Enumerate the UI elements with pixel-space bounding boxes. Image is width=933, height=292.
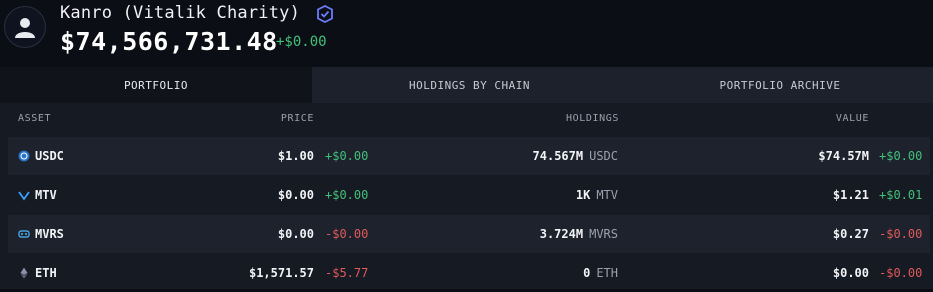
eth-icon [18,267,30,279]
asset-cell[interactable]: MTV [18,176,57,214]
asset-cell[interactable]: USDC [18,137,64,175]
column-header-asset[interactable]: ASSET [18,113,51,124]
price-change: +$0.00 [325,149,369,163]
table-row[interactable]: MTV $0.00 +$0.00 1K MTV $1.21 +$0.01 [8,176,930,214]
asset-cell[interactable]: ETH [18,254,57,292]
column-header-price[interactable]: PRICE [281,113,314,124]
column-header-value[interactable]: VALUE [836,113,869,124]
asset-cell[interactable]: MVRS [18,215,64,253]
price-cell: $0.00 [277,188,314,202]
price-cell: $0.00 [277,227,314,241]
profile-name: Kanro (Vitalik Charity) [60,3,301,23]
holdings-amount: 0 [583,266,591,280]
value-cell: $74.57M [818,149,869,163]
tab-portfolio[interactable]: PORTFOLIO [0,67,312,103]
price-change: -$0.00 [325,227,369,241]
value-change: +$0.01 [879,188,923,202]
tab-portfolio-archive[interactable]: PORTFOLIO ARCHIVE [627,67,933,103]
asset-symbol: MVRS [35,227,64,241]
holdings-cell: 0 ETH [583,254,618,292]
holdings-unit: MVRS [589,227,618,241]
table-row[interactable]: ETH $1,571.57 -$5.77 0 ETH $0.00 -$0.00 [8,254,930,292]
holdings-cell: 3.724M MVRS [540,215,618,253]
value-cell: $0.27 [832,227,869,241]
avatar[interactable] [4,6,46,48]
value-cell: $1.21 [832,188,869,202]
profile-header: Kanro (Vitalik Charity) $74,566,731.48 +… [0,0,933,66]
holdings-amount: 3.724M [539,227,584,241]
price-change: -$5.77 [325,266,369,280]
mvrs-icon [18,228,30,240]
holdings-cell: 74.567M USDC [533,137,618,175]
portfolio-panel: PORTFOLIO HOLDINGS BY CHAIN PORTFOLIO AR… [0,67,933,289]
verified-badge-icon [317,5,333,23]
price-cell: $1,571.57 [248,266,314,280]
asset-symbol: MTV [35,188,57,202]
holdings-amount: 74.567M [532,149,584,163]
table-row[interactable]: MVRS $0.00 -$0.00 3.724M MVRS $0.27 -$0.… [8,215,930,253]
holdings-cell: 1K MTV [576,176,618,214]
price-cell: $1.00 [277,149,314,163]
value-change: -$0.00 [879,266,923,280]
table-row[interactable]: USDC $1.00 +$0.00 74.567M USDC $74.57M +… [8,137,930,175]
usdc-icon [18,150,30,162]
value-cell: $0.00 [832,266,869,280]
tab-bar: PORTFOLIO HOLDINGS BY CHAIN PORTFOLIO AR… [0,67,933,103]
value-change: -$0.00 [879,227,923,241]
total-value-change: +$0.00 [276,34,327,50]
holdings-unit: ETH [596,266,618,280]
tab-holdings-by-chain[interactable]: HOLDINGS BY CHAIN [312,67,627,103]
asset-symbol: USDC [35,149,64,163]
value-change: +$0.00 [879,149,923,163]
holdings-unit: MTV [596,188,618,202]
holdings-unit: USDC [589,149,618,163]
holdings-amount: 1K [575,188,591,202]
mtv-icon [18,189,30,201]
column-header-holdings[interactable]: HOLDINGS [566,113,619,124]
price-change: +$0.00 [325,188,369,202]
total-portfolio-value: $74,566,731.48 [60,27,278,56]
user-icon [15,18,35,38]
asset-symbol: ETH [35,266,57,280]
